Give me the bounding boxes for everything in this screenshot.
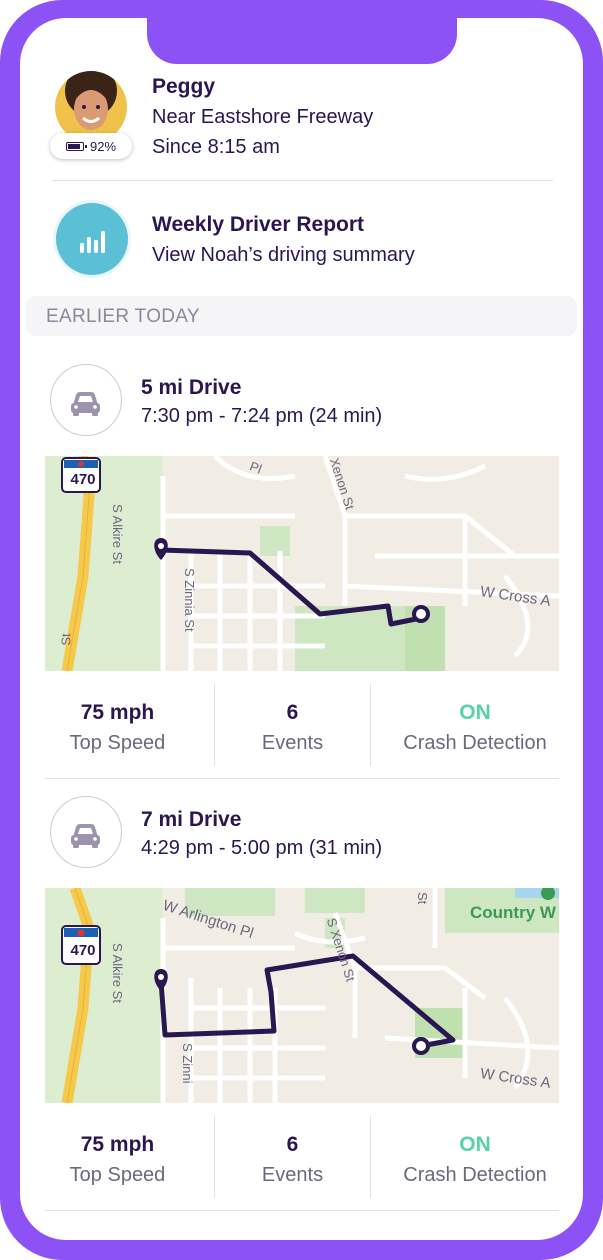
map-label-country: Country W <box>470 903 556 922</box>
top-speed-label: Top Speed <box>69 1164 166 1186</box>
battery-level: 92% <box>89 138 117 154</box>
map-label-zinnia: S Zinni <box>180 1043 195 1084</box>
battery-icon <box>65 141 87 151</box>
report-title: Weekly Driver Report <box>152 213 365 236</box>
map-label-side: St <box>415 892 430 905</box>
divider <box>45 1210 559 1211</box>
crash-detection-label: Crash Detection <box>403 732 547 754</box>
stat-divider <box>370 684 371 766</box>
drive-title: 7 mi Drive <box>141 808 242 831</box>
divider <box>45 778 559 779</box>
drive-time: 4:29 pm - 5:00 pm (31 min) <box>141 837 383 859</box>
car-icon <box>50 796 122 868</box>
map-label-zinnia: S Zinnia St <box>182 568 197 632</box>
crash-detection-value: ON <box>459 701 491 724</box>
route-map[interactable]: 470 W Arlington Pl S Alkire St S Zinni S… <box>45 888 559 1103</box>
car-icon <box>50 364 122 436</box>
person-name: Peggy <box>152 75 216 98</box>
section-label: EARLIER TODAY <box>46 306 200 327</box>
bar-chart-icon <box>56 203 128 275</box>
map-label-alkire: S Alkire St <box>110 504 125 564</box>
report-subtitle: View Noah’s driving summary <box>152 244 415 266</box>
events-value: 6 <box>286 1133 299 1156</box>
crash-detection-value: ON <box>459 1133 491 1156</box>
route-map[interactable]: 470 S Alkire St S Zinnia St Xenon St W C… <box>45 456 559 671</box>
person-since: Since 8:15 am <box>152 136 280 158</box>
divider <box>52 180 553 181</box>
app-screen: 92% Peggy Near Eastshore Freeway Since 8… <box>20 18 583 1240</box>
highway-number: 470 <box>70 942 96 959</box>
events-label: Events <box>261 732 324 754</box>
top-speed-value: 75 mph <box>80 701 155 724</box>
drive-title: 5 mi Drive <box>141 376 242 399</box>
top-speed-value: 75 mph <box>80 1133 155 1156</box>
events-value: 6 <box>286 701 299 724</box>
map-label-side: St <box>58 633 74 646</box>
top-speed-label: Top Speed <box>69 732 166 754</box>
battery-badge: 92% <box>50 133 132 159</box>
phone-notch <box>147 18 457 64</box>
highway-number: 470 <box>70 471 96 488</box>
section-header: EARLIER TODAY <box>26 296 577 336</box>
stat-divider <box>370 1116 371 1198</box>
events-label: Events <box>261 1164 324 1186</box>
person-location: Near Eastshore Freeway <box>152 106 374 128</box>
crash-detection-label: Crash Detection <box>403 1164 547 1186</box>
drive-time: 7:30 pm - 7:24 pm (24 min) <box>141 405 383 427</box>
map-label-alkire: S Alkire St <box>110 943 125 1003</box>
